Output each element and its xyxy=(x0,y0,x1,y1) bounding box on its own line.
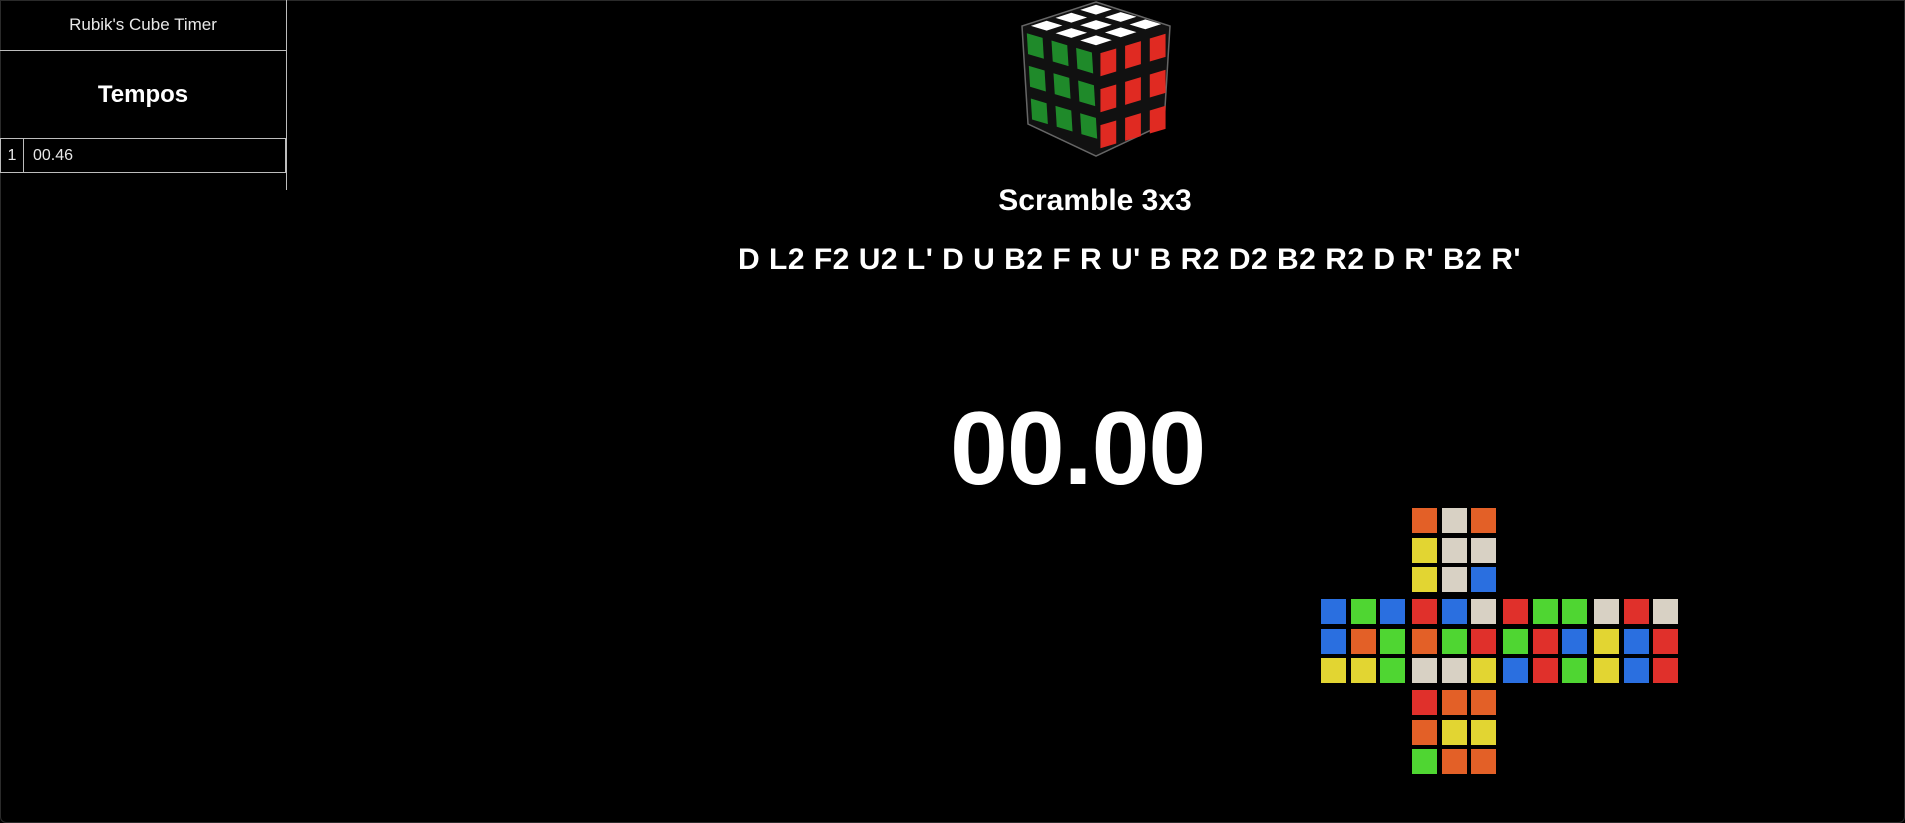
net-sticker xyxy=(1350,599,1376,624)
net-sticker xyxy=(1594,628,1619,654)
scramble-moves: D L2 F2 U2 L' D U B2 F R U' B R2 D2 B2 R… xyxy=(738,243,1522,276)
times-table: 1 00.46 xyxy=(0,138,286,173)
net-face-B xyxy=(1594,599,1679,684)
net-sticker xyxy=(1471,599,1496,624)
net-sticker xyxy=(1412,567,1437,592)
cube-icon-sticker xyxy=(1125,113,1141,141)
net-sticker xyxy=(1441,690,1467,715)
net-face-L xyxy=(1321,599,1406,684)
net-sticker xyxy=(1321,658,1346,683)
net-sticker xyxy=(1562,628,1587,654)
net-sticker xyxy=(1532,599,1558,624)
net-face-F xyxy=(1412,599,1497,684)
cube-icon-sticker xyxy=(1100,84,1117,113)
net-sticker xyxy=(1350,658,1376,683)
times-heading: Tempos xyxy=(0,51,286,139)
net-sticker xyxy=(1594,599,1619,624)
app-title: Rubik's Cube Timer xyxy=(0,0,286,51)
net-sticker xyxy=(1412,508,1437,533)
cube-icon-sticker xyxy=(1100,120,1117,149)
net-sticker xyxy=(1441,719,1467,745)
net-sticker xyxy=(1412,658,1437,683)
net-sticker xyxy=(1441,508,1467,533)
net-sticker xyxy=(1412,537,1437,563)
cube-icon-sticker xyxy=(1149,105,1166,134)
net-sticker xyxy=(1412,628,1437,654)
timer-display[interactable]: 00.00 xyxy=(950,390,1206,509)
net-sticker xyxy=(1503,599,1528,624)
net-sticker xyxy=(1380,628,1405,654)
net-sticker xyxy=(1380,658,1405,683)
net-sticker xyxy=(1623,658,1649,683)
sidebar: Rubik's Cube Timer Tempos 1 00.46 xyxy=(0,0,287,190)
net-sticker xyxy=(1471,658,1496,683)
net-sticker xyxy=(1653,658,1678,683)
times-row[interactable]: 1 00.46 xyxy=(0,138,286,173)
net-sticker xyxy=(1623,628,1649,654)
net-sticker xyxy=(1321,628,1346,654)
net-sticker xyxy=(1441,567,1467,592)
cube-icon-sticker xyxy=(1149,33,1166,62)
time-index: 1 xyxy=(0,138,24,173)
cube-icon-sticker xyxy=(1149,69,1166,98)
net-sticker xyxy=(1503,658,1528,683)
cube-icon-right-face xyxy=(1100,33,1166,149)
net-sticker xyxy=(1471,719,1496,745)
net-face-U xyxy=(1412,508,1497,593)
net-sticker xyxy=(1412,719,1437,745)
net-sticker xyxy=(1350,628,1376,654)
net-sticker xyxy=(1441,749,1467,774)
time-value: 00.46 xyxy=(23,138,286,173)
cube-icon-sticker xyxy=(1100,48,1117,77)
scramble-title-text: Scramble 3x3 xyxy=(998,184,1192,217)
net-sticker xyxy=(1471,567,1496,592)
net-sticker xyxy=(1653,628,1678,654)
net-face-R xyxy=(1503,599,1588,684)
net-sticker xyxy=(1653,599,1678,624)
net-sticker xyxy=(1471,508,1496,533)
net-sticker xyxy=(1471,537,1496,563)
net-sticker xyxy=(1412,749,1437,774)
net-sticker xyxy=(1441,537,1467,563)
net-sticker xyxy=(1503,628,1528,654)
net-sticker xyxy=(1441,599,1467,624)
net-sticker xyxy=(1471,628,1496,654)
net-sticker xyxy=(1532,658,1558,683)
net-sticker xyxy=(1471,749,1496,774)
net-sticker xyxy=(1471,690,1496,715)
net-sticker xyxy=(1412,690,1437,715)
net-sticker xyxy=(1562,599,1587,624)
cube-icon-sticker xyxy=(1125,77,1141,105)
net-face-D xyxy=(1412,690,1497,775)
net-sticker xyxy=(1594,658,1619,683)
net-sticker xyxy=(1441,628,1467,654)
net-sticker xyxy=(1623,599,1649,624)
net-sticker xyxy=(1532,628,1558,654)
net-sticker xyxy=(1441,658,1467,683)
cube-icon xyxy=(1021,1,1171,157)
net-sticker xyxy=(1412,599,1437,624)
net-sticker xyxy=(1321,599,1346,624)
net-sticker xyxy=(1562,658,1587,683)
scramble-net xyxy=(1321,508,1681,776)
cube-icon-sticker xyxy=(1125,41,1141,69)
net-sticker xyxy=(1380,599,1405,624)
